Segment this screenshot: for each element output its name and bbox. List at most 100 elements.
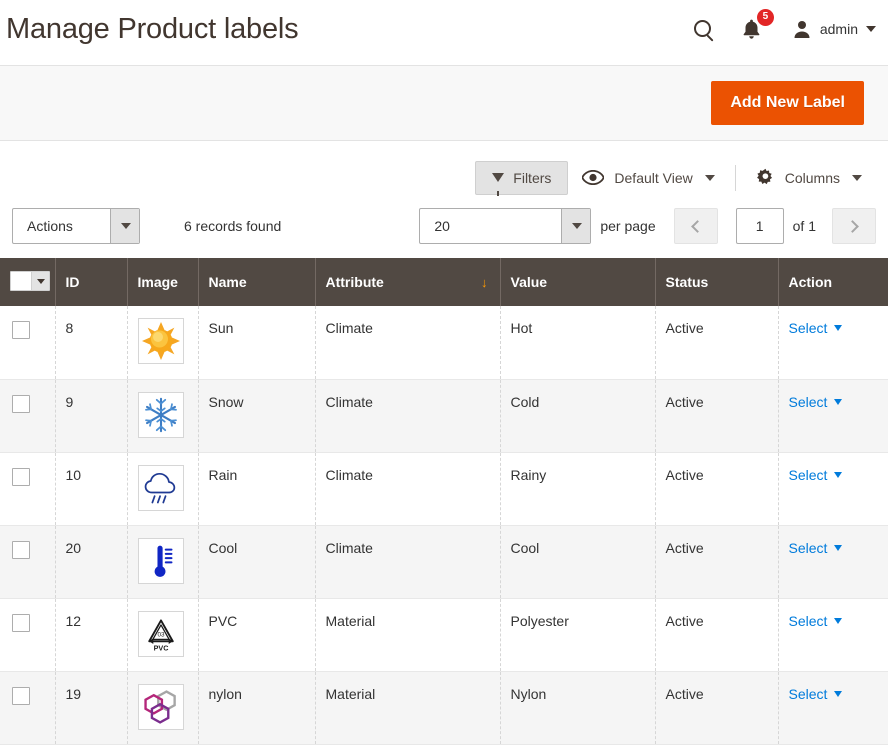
row-action-select[interactable]: Select: [789, 320, 843, 336]
grid-header-row: ID Image Name Attribute ↓ Value Status A…: [0, 258, 888, 306]
cell-value: Polyester: [500, 598, 655, 671]
cell-action: Select: [778, 671, 888, 744]
label-image-thumbnail: [138, 392, 184, 438]
mass-actions-select[interactable]: Actions: [12, 208, 140, 244]
chevron-down-icon: [705, 175, 715, 181]
filters-button[interactable]: Filters: [475, 161, 568, 195]
columns-dropdown[interactable]: Columns: [742, 159, 876, 196]
column-header-id[interactable]: ID: [55, 258, 127, 306]
previous-page-button[interactable]: [674, 208, 718, 244]
row-checkbox[interactable]: [12, 541, 30, 559]
row-action-label: Select: [789, 467, 828, 483]
cell-action: Select: [778, 525, 888, 598]
user-name-label: admin: [820, 21, 858, 37]
grid-header: ID Image Name Attribute ↓ Value Status A…: [0, 258, 888, 306]
cell-attribute: Material: [315, 598, 500, 671]
grid-toolbar-secondary: Actions 6 records found 20 per page of 1: [0, 202, 888, 258]
select-all-checkbox-dropdown[interactable]: [10, 271, 50, 291]
cell-attribute: Climate: [315, 525, 500, 598]
current-page-input[interactable]: [736, 208, 784, 244]
per-page-value: 20: [420, 209, 561, 243]
column-header-attribute[interactable]: Attribute ↓: [315, 258, 500, 306]
row-checkbox[interactable]: [12, 395, 30, 413]
chevron-down-icon[interactable]: [31, 272, 49, 290]
total-pages-label: of 1: [793, 218, 816, 234]
cell-status: Active: [655, 452, 778, 525]
cell-action: Select: [778, 306, 888, 379]
default-view-dropdown[interactable]: Default View: [568, 161, 728, 194]
row-select-cell: [0, 525, 55, 598]
cell-action: Select: [778, 598, 888, 671]
add-new-label-button[interactable]: Add New Label: [711, 81, 864, 125]
chevron-down-icon: [852, 175, 862, 181]
grid-body: 8 SunClimateHotActiveSelect9 SnowClimate…: [0, 306, 888, 744]
toolbar-divider: [735, 165, 736, 191]
next-page-button[interactable]: [832, 208, 876, 244]
label-image-thumbnail: [138, 684, 184, 730]
page-actions-bar: Add New Label: [0, 65, 888, 141]
pagination: 20 per page of 1: [419, 208, 876, 244]
column-header-value[interactable]: Value: [500, 258, 655, 306]
chevron-down-icon: [561, 209, 590, 243]
cell-image: [127, 306, 198, 379]
cell-name: nylon: [198, 671, 315, 744]
cell-image: [127, 379, 198, 452]
label-image-thumbnail: [138, 538, 184, 584]
row-select-cell: [0, 598, 55, 671]
cell-id: 20: [55, 525, 127, 598]
select-all-header: [0, 258, 55, 306]
chevron-down-icon: [834, 325, 842, 331]
row-action-select[interactable]: Select: [789, 540, 843, 556]
rain-cloud-icon: [141, 468, 181, 508]
column-header-name[interactable]: Name: [198, 258, 315, 306]
grid-toolbar: Filters Default View Columns: [0, 141, 888, 202]
notification-badge: 5: [757, 9, 774, 26]
row-checkbox[interactable]: [12, 687, 30, 705]
cell-status: Active: [655, 598, 778, 671]
row-action-select[interactable]: Select: [789, 394, 843, 410]
search-button[interactable]: [694, 20, 711, 37]
table-row: 19 nylonMaterialNylonActive Select: [0, 671, 888, 744]
row-action-select[interactable]: Select: [789, 467, 843, 483]
chevron-left-icon: [691, 220, 704, 233]
row-select-cell: [0, 452, 55, 525]
chevron-down-icon: [110, 209, 139, 243]
cell-image: [127, 452, 198, 525]
row-checkbox[interactable]: [12, 614, 30, 632]
row-checkbox[interactable]: [12, 468, 30, 486]
table-row: 20 CoolClimateCoolActiveSelect: [0, 525, 888, 598]
label-image-thumbnail: 03 PVC: [138, 611, 184, 657]
svg-text:03: 03: [157, 631, 165, 638]
row-action-label: Select: [789, 686, 828, 702]
column-header-image[interactable]: Image: [127, 258, 198, 306]
cell-status: Active: [655, 671, 778, 744]
cell-action: Select: [778, 379, 888, 452]
column-header-action: Action: [778, 258, 888, 306]
row-action-label: Select: [789, 394, 828, 410]
cell-value: Nylon: [500, 671, 655, 744]
cell-name: Snow: [198, 379, 315, 452]
cell-image: 03 PVC: [127, 598, 198, 671]
cell-attribute: Climate: [315, 379, 500, 452]
row-action-select[interactable]: Select: [789, 686, 843, 702]
cell-attribute: Material: [315, 671, 500, 744]
notifications-button[interactable]: 5: [737, 16, 766, 42]
per-page-label: per page: [600, 218, 655, 234]
per-page-select[interactable]: 20: [419, 208, 591, 244]
row-action-select[interactable]: Select: [789, 613, 843, 629]
user-menu[interactable]: admin: [792, 19, 876, 39]
select-all-checkbox[interactable]: [11, 272, 31, 290]
search-icon: [694, 20, 711, 37]
product-labels-grid: ID Image Name Attribute ↓ Value Status A…: [0, 258, 888, 745]
cell-value: Hot: [500, 306, 655, 379]
column-header-status[interactable]: Status: [655, 258, 778, 306]
table-row: 12 03 PVC PVCMaterialPolyesterActiveSele…: [0, 598, 888, 671]
records-found-label: 6 records found: [184, 218, 281, 234]
cell-id: 10: [55, 452, 127, 525]
cell-id: 19: [55, 671, 127, 744]
cell-name: PVC: [198, 598, 315, 671]
cell-name: Rain: [198, 452, 315, 525]
chevron-down-icon: [834, 399, 842, 405]
row-checkbox[interactable]: [12, 321, 30, 339]
row-select-cell: [0, 671, 55, 744]
